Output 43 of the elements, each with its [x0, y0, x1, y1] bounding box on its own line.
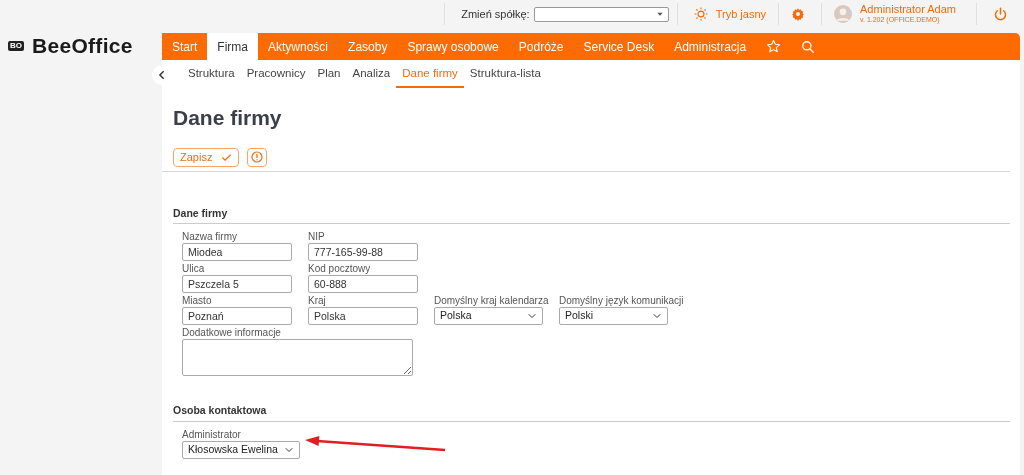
search-icon — [801, 39, 816, 54]
info-button[interactable] — [247, 147, 268, 167]
sub-nav-tab[interactable]: Analiza — [346, 62, 397, 88]
select-field[interactable]: Polska — [434, 307, 543, 326]
field-label: Ulica — [182, 263, 205, 276]
text-field[interactable]: Polska — [308, 307, 418, 326]
field-label: NIP — [308, 231, 325, 244]
page-title: Dane firmy — [173, 105, 283, 131]
field-label: Domyślny język komunikacji — [559, 295, 684, 308]
avatar-icon — [834, 5, 852, 23]
power-icon[interactable] — [993, 6, 1008, 22]
sub-nav-tab[interactable]: Struktura-lista — [463, 62, 547, 88]
field-label: Miasto — [182, 295, 212, 308]
text-field[interactable]: Pszczela 5 — [182, 275, 292, 294]
select-field[interactable]: Polski — [559, 307, 668, 326]
field-label: Administrator — [182, 428, 241, 441]
field-label: Kod pocztowy — [308, 263, 371, 276]
section-title: Dane firmy — [173, 205, 1010, 225]
field-label: Nazwa firmy — [182, 231, 237, 244]
sun-icon — [693, 7, 708, 21]
select-field[interactable]: Kłosowska Ewelina — [182, 440, 300, 459]
star-icon — [766, 39, 782, 54]
logo-badge: BO — [8, 40, 24, 52]
info-icon — [251, 151, 264, 163]
company-select[interactable] — [533, 6, 669, 22]
settings-icon[interactable] — [791, 7, 805, 21]
field-label: Domyślny kraj kalendarza — [434, 295, 549, 308]
company-label: Zmień spółkę: — [461, 6, 530, 22]
section-title: Osoba kontaktowa — [173, 402, 1010, 422]
text-field[interactable]: Miodea — [182, 243, 292, 262]
text-area[interactable] — [182, 339, 413, 377]
chevron-left-icon — [157, 70, 167, 80]
sub-nav-tab[interactable]: Plan — [311, 62, 347, 88]
nav-tab[interactable]: Firma — [207, 33, 258, 60]
text-field[interactable]: 60-888 — [308, 275, 418, 294]
sub-nav-tab[interactable]: Pracownicy — [240, 62, 312, 88]
field-label: Kraj — [308, 295, 326, 308]
field-label: Dodatkowe informacje — [182, 327, 281, 340]
sub-nav-tab[interactable]: Struktura — [182, 62, 241, 88]
caret-icon — [655, 10, 664, 18]
text-field[interactable]: 777-165-99-88 — [308, 243, 418, 262]
text-field[interactable]: Poznań — [182, 307, 292, 326]
logo-text: BeeOffice — [32, 33, 133, 60]
